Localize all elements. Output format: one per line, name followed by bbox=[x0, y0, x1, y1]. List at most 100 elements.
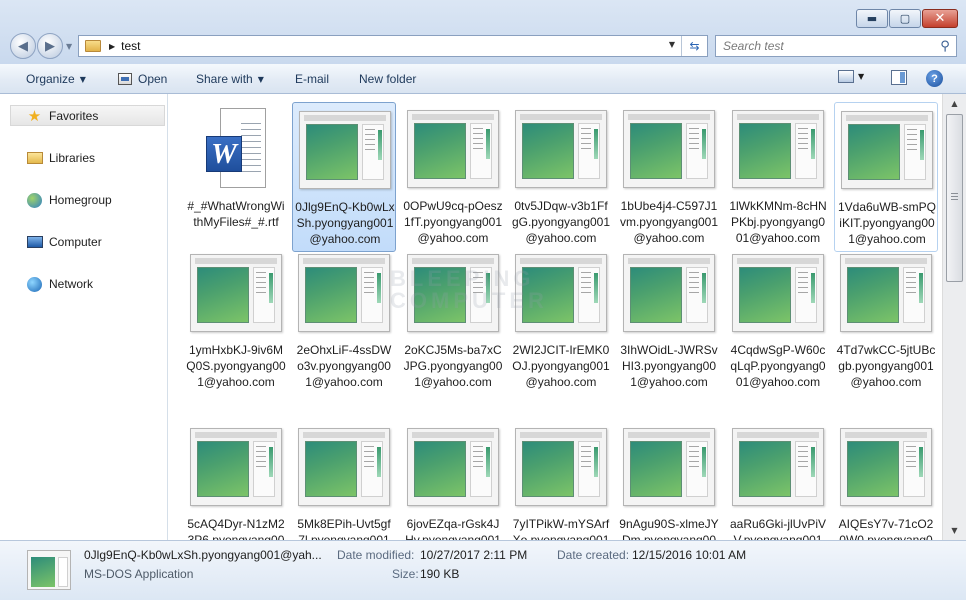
nav-item-label: Computer bbox=[49, 235, 102, 249]
file-name: 0Jlg9EnQ-Kb0wLxSh.pyongyang001@yahoo.com bbox=[295, 200, 395, 246]
watermark-line-1: BLEEPING bbox=[390, 266, 535, 291]
file-item[interactable]: 4CqdwSgP-W60cqLqP.pyongyang001@yahoo.com bbox=[726, 246, 830, 396]
nav-item-favorites[interactable]: ★ Favorites bbox=[26, 107, 99, 125]
application-thumbnail-icon bbox=[298, 428, 390, 506]
scroll-down-icon[interactable]: ▼ bbox=[943, 522, 966, 539]
open-button[interactable]: Open bbox=[118, 72, 167, 86]
change-view-button[interactable]: ▼ bbox=[838, 70, 864, 83]
minimize-button[interactable]: ▬ bbox=[856, 9, 888, 28]
nav-item-label: Libraries bbox=[49, 151, 96, 165]
watermark-logo: BLEEPING COMPUTER bbox=[390, 268, 548, 312]
navigation-pane: ★ Favorites Libraries Homegroup Computer… bbox=[0, 94, 168, 540]
application-thumbnail-icon bbox=[841, 111, 933, 189]
view-icon bbox=[838, 70, 854, 83]
help-icon: ? bbox=[926, 70, 943, 87]
address-dropdown-icon[interactable]: ▼ bbox=[669, 40, 675, 49]
file-item[interactable]: 0Jlg9EnQ-Kb0wLxSh.pyongyang001@yahoo.com bbox=[292, 102, 396, 252]
file-item[interactable]: aaRu6Gki-jlUvPiVV.pyongyang001@yahoo.com bbox=[726, 420, 830, 540]
libraries-icon bbox=[26, 150, 43, 166]
title-bar: ▬ ▢ ✕ ◀ ▶ ▼ ▶ test ▼ ⇆ ⚲ bbox=[0, 0, 966, 64]
file-item[interactable]: 0tv5JDqw-v3b1FfgG.pyongyang001@yahoo.com bbox=[509, 102, 613, 252]
nav-item-network[interactable]: Network bbox=[26, 276, 93, 292]
file-item[interactable]: 3IhWOidL-JWRSvHI3.pyongyang001@yahoo.com bbox=[617, 246, 721, 396]
window-controls: ▬ ▢ ✕ bbox=[855, 9, 958, 28]
maximize-button[interactable]: ▢ bbox=[889, 9, 921, 28]
new-folder-label: New folder bbox=[359, 72, 417, 86]
back-button[interactable]: ◀ bbox=[10, 33, 36, 59]
application-thumbnail-icon bbox=[840, 254, 932, 332]
selected-file-thumbnail bbox=[27, 550, 71, 590]
file-item[interactable]: W #_#WhatWrongWithMyFiles#_#.rtf bbox=[184, 102, 288, 252]
application-thumbnail-icon bbox=[515, 110, 607, 188]
forward-button[interactable]: ▶ bbox=[37, 33, 63, 59]
application-thumbnail-icon bbox=[299, 111, 391, 189]
minimize-icon: ▬ bbox=[866, 12, 878, 25]
file-item[interactable]: 7yITPikW-mYSArfXo.pyongyang001@yahoo.com bbox=[509, 420, 613, 540]
file-name: 1bUbe4j4-C597J1vm.pyongyang001@yahoo.com bbox=[619, 199, 719, 245]
file-item[interactable]: 4Td7wkCC-5jtUBcgb.pyongyang001@yahoo.com bbox=[834, 246, 938, 396]
chevron-down-icon: ▼ bbox=[257, 74, 264, 84]
file-name: 5Mk8EPih-Uvt5gf7l.pyongyang001@yahoo.com bbox=[297, 517, 391, 540]
file-name: 3IhWOidL-JWRSvHI3.pyongyang001@yahoo.com bbox=[620, 343, 718, 389]
organize-menu[interactable]: Organize ▼ bbox=[26, 72, 86, 86]
nav-item-libraries[interactable]: Libraries bbox=[26, 150, 95, 166]
file-name: 1lWkKMNm-8cHNPKbj.pyongyang001@yahoo.com bbox=[729, 199, 827, 245]
search-box[interactable]: ⚲ bbox=[715, 35, 957, 57]
file-item[interactable]: 1Vda6uWB-smPQiKIT.pyongyang001@yahoo.com bbox=[834, 102, 938, 252]
nav-item-label: Homegroup bbox=[49, 193, 112, 207]
nav-item-computer[interactable]: Computer bbox=[26, 234, 102, 250]
file-name: 1Vda6uWB-smPQiKIT.pyongyang001@yahoo.com bbox=[837, 200, 937, 246]
file-list[interactable]: W #_#WhatWrongWithMyFiles#_#.rtf 0Jlg9EnQ-… bbox=[168, 94, 942, 540]
refresh-button[interactable]: ⇆ bbox=[681, 36, 707, 56]
details-pane: 0Jlg9EnQ-Kb0wLxSh.pyongyang001@yah... MS… bbox=[0, 540, 966, 600]
file-name: 0tv5JDqw-v3b1FfgG.pyongyang001@yahoo.com bbox=[511, 199, 611, 245]
size-value: 190 KB bbox=[420, 567, 460, 581]
new-folder-button[interactable]: New folder bbox=[359, 72, 416, 86]
application-thumbnail-icon bbox=[298, 254, 390, 332]
share-with-menu[interactable]: Share with ▼ bbox=[196, 72, 264, 86]
scrollbar-thumb[interactable] bbox=[946, 114, 963, 282]
search-icon[interactable]: ⚲ bbox=[934, 39, 956, 54]
close-button[interactable]: ✕ bbox=[922, 9, 958, 28]
file-item[interactable]: 5cAQ4Dyr-N1zM23P6.pyongyang001@yahoo.com bbox=[184, 420, 288, 540]
network-icon bbox=[26, 276, 43, 292]
share-with-label: Share with bbox=[196, 72, 253, 86]
breadcrumb-chevron-icon[interactable]: ▶ bbox=[109, 42, 115, 51]
recent-pages-dropdown-icon[interactable]: ▼ bbox=[66, 42, 72, 51]
file-item[interactable]: 1ymHxbKJ-9iv6MQ0S.pyongyang001@yahoo.com bbox=[184, 246, 288, 396]
file-name: 0OPwU9cq-pOesz1fT.pyongyang001@yahoo.com bbox=[403, 199, 503, 245]
application-thumbnail-icon bbox=[515, 428, 607, 506]
nav-item-homegroup[interactable]: Homegroup bbox=[26, 192, 112, 208]
preview-pane-button[interactable] bbox=[891, 70, 907, 85]
file-item[interactable]: 1lWkKMNm-8cHNPKbj.pyongyang001@yahoo.com bbox=[726, 102, 830, 252]
file-name: 5cAQ4Dyr-N1zM23P6.pyongyang001@yahoo.com bbox=[187, 517, 285, 540]
file-item[interactable]: AIQEsY7v-71cO20W0.pyongyang001@yahoo.com bbox=[834, 420, 938, 540]
file-item[interactable]: 9nAgu90S-xlmeJYDm.pyongyang001@yahoo.com bbox=[617, 420, 721, 540]
computer-icon bbox=[26, 234, 43, 250]
date-created-value: 12/15/2016 10:01 AM bbox=[632, 548, 747, 562]
nav-item-label: Network bbox=[49, 277, 94, 291]
date-modified-label: Date modified: bbox=[337, 548, 415, 562]
application-thumbnail-icon bbox=[190, 254, 282, 332]
file-item[interactable]: 1bUbe4j4-C597J1vm.pyongyang001@yahoo.com bbox=[617, 102, 721, 252]
application-thumbnail-icon bbox=[623, 428, 715, 506]
search-input[interactable] bbox=[723, 39, 934, 53]
breadcrumb-current-folder[interactable]: test bbox=[121, 39, 140, 53]
email-button[interactable]: E-mail bbox=[295, 72, 329, 86]
file-item[interactable]: 2eOhxLiF-4ssDWo3v.pyongyang001@yahoo.com bbox=[292, 246, 396, 396]
file-name: AIQEsY7v-71cO20W0.pyongyang001@yahoo.com bbox=[838, 517, 934, 540]
file-item[interactable]: 6jovEZqa-rGsk4JHv.pyongyang001@yahoo.com bbox=[401, 420, 505, 540]
date-created-label: Date created: bbox=[557, 548, 630, 562]
file-name: 7yITPikW-mYSArfXo.pyongyang001@yahoo.com bbox=[512, 517, 610, 540]
star-icon: ★ bbox=[27, 107, 42, 125]
application-icon bbox=[118, 73, 132, 85]
help-button[interactable]: ? bbox=[926, 70, 943, 87]
vertical-scrollbar[interactable]: ▲ ▼ bbox=[942, 94, 966, 540]
file-item[interactable]: 0OPwU9cq-pOesz1fT.pyongyang001@yahoo.com bbox=[401, 102, 505, 252]
application-thumbnail-icon bbox=[623, 110, 715, 188]
address-bar[interactable]: ▶ test ▼ ⇆ bbox=[78, 35, 708, 57]
file-name: 9nAgu90S-xlmeJYDm.pyongyang001@yahoo.com bbox=[619, 517, 719, 540]
application-thumbnail-icon bbox=[840, 428, 932, 506]
scroll-up-icon[interactable]: ▲ bbox=[943, 95, 966, 112]
file-item[interactable]: 5Mk8EPih-Uvt5gf7l.pyongyang001@yahoo.com bbox=[292, 420, 396, 540]
